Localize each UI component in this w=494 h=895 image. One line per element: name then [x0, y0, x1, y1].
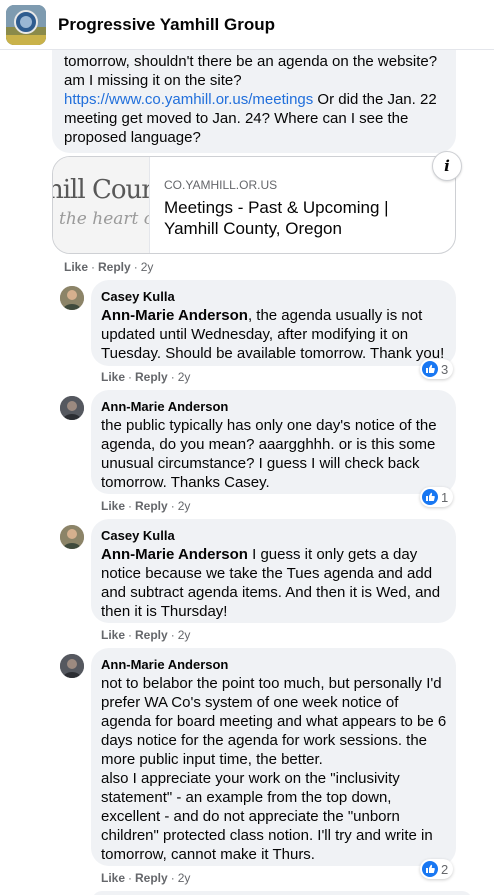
- person-avatar-icon: [60, 396, 84, 420]
- reply-button[interactable]: Reply: [135, 871, 168, 885]
- thumbs-up-icon: [422, 361, 438, 377]
- like-button[interactable]: Like: [101, 871, 125, 885]
- like-button[interactable]: Like: [101, 628, 125, 642]
- reply-text: also I appreciate your work on the "incl…: [101, 770, 433, 863]
- avatar[interactable]: [60, 654, 84, 678]
- comment-actions: Like · Reply · 2y: [64, 260, 154, 274]
- comment-line: am I missing it on the site?: [64, 72, 242, 89]
- mention-link[interactable]: Ann-Marie Anderson: [101, 307, 248, 324]
- like-button[interactable]: Like: [64, 260, 88, 274]
- link-preview-thumbnail: hill Coun the heart of: [53, 157, 150, 253]
- comment-line-text: Or did the Jan. 22: [313, 91, 437, 108]
- group-title[interactable]: Progressive Yamhill Group: [58, 15, 275, 35]
- avatar[interactable]: [60, 396, 84, 420]
- comment-line: tomorrow, shouldn't there be an agenda o…: [64, 53, 438, 70]
- author-name[interactable]: Casey Kulla: [101, 528, 451, 543]
- author-name[interactable]: Ann-Marie Anderson: [101, 657, 451, 672]
- thumbnail-tagline: the heart of: [59, 209, 149, 229]
- reaction-count[interactable]: 3: [420, 359, 454, 379]
- reply-bubble: Ann-Marie Anderson not to belabor the po…: [91, 648, 456, 866]
- timestamp[interactable]: 2y: [178, 370, 191, 384]
- like-button[interactable]: Like: [101, 370, 125, 384]
- like-count: 3: [441, 361, 449, 377]
- like-count: 2: [441, 861, 449, 877]
- reply-text: Ann-Marie Anderson I guess it only gets …: [101, 545, 451, 621]
- timestamp[interactable]: 2y: [178, 628, 191, 642]
- reply-button[interactable]: Reply: [135, 499, 168, 513]
- reaction-count[interactable]: 2: [420, 859, 454, 879]
- next-reply-bubble-edge: [92, 891, 472, 895]
- reply-button[interactable]: Reply: [135, 370, 168, 384]
- avatar[interactable]: [60, 286, 84, 310]
- group-header: Progressive Yamhill Group: [0, 0, 494, 50]
- comment-line: proposed language?: [64, 129, 201, 146]
- thumbs-up-icon: [422, 489, 438, 505]
- comment-line: meeting get moved to Jan. 24? Where can …: [64, 110, 409, 127]
- link-preview-domain: CO.YAMHILL.OR.US: [164, 178, 278, 192]
- timestamp[interactable]: 2y: [141, 260, 154, 274]
- comment-text: tomorrow, shouldn't there be an agenda o…: [64, 52, 452, 147]
- reply-button[interactable]: Reply: [135, 628, 168, 642]
- info-icon[interactable]: i: [432, 151, 462, 181]
- comment-actions: Like · Reply · 2y: [101, 370, 191, 384]
- comment-bubble: tomorrow, shouldn't there be an agenda o…: [52, 40, 456, 153]
- author-name[interactable]: Ann-Marie Anderson: [101, 399, 451, 414]
- thumbnail-text: hill Coun: [53, 175, 149, 205]
- person-avatar-icon: [60, 654, 84, 678]
- person-avatar-icon: [60, 525, 84, 549]
- link-preview-title: Meetings - Past & Upcoming | Yamhill Cou…: [164, 198, 389, 238]
- like-count: 1: [441, 489, 449, 505]
- comment-actions: Like · Reply · 2y: [101, 628, 191, 642]
- meetings-link[interactable]: https://www.co.yamhill.or.us/meetings: [64, 91, 313, 108]
- reply-text: the public typically has only one day's …: [101, 417, 437, 491]
- reply-button[interactable]: Reply: [98, 260, 131, 274]
- group-landscape-avatar-icon: [6, 4, 46, 45]
- comment-line: https://www.co.yamhill.or.us/meetings Or…: [64, 90, 452, 109]
- thumbs-up-icon: [422, 861, 438, 877]
- author-name[interactable]: Casey Kulla: [101, 289, 451, 304]
- group-avatar[interactable]: [6, 4, 46, 45]
- reaction-count[interactable]: 1: [420, 487, 454, 507]
- timestamp[interactable]: 2y: [178, 871, 191, 885]
- timestamp[interactable]: 2y: [178, 499, 191, 513]
- comment-actions: Like · Reply · 2y: [101, 871, 191, 885]
- reply-bubble: Casey Kulla Ann-Marie Anderson I guess i…: [91, 519, 456, 623]
- like-button[interactable]: Like: [101, 499, 125, 513]
- comment-actions: Like · Reply · 2y: [101, 499, 191, 513]
- mention-link[interactable]: Ann-Marie Anderson: [101, 546, 248, 563]
- reply-text: not to belabor the point too much, but p…: [101, 675, 447, 768]
- avatar[interactable]: [60, 525, 84, 549]
- reply-bubble: Ann-Marie Anderson the public typically …: [91, 390, 456, 494]
- link-preview-card[interactable]: hill Coun the heart of CO.YAMHILL.OR.US …: [52, 156, 456, 254]
- reply-bubble: Casey Kulla Ann-Marie Anderson, the agen…: [91, 280, 456, 366]
- person-avatar-icon: [60, 286, 84, 310]
- reply-text: Ann-Marie Anderson, the agenda usually i…: [101, 306, 451, 363]
